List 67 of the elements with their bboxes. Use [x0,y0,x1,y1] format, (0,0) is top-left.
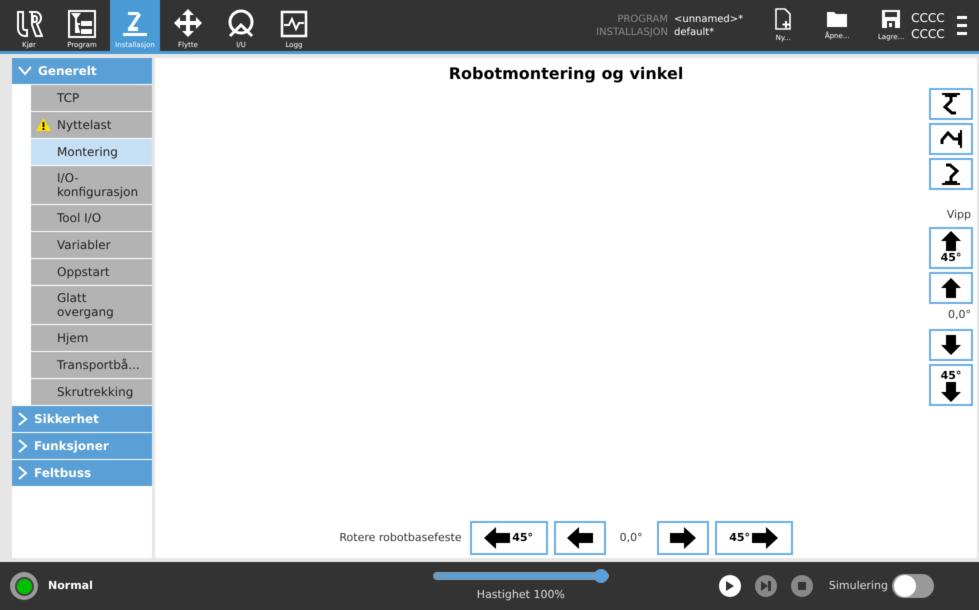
page-title: Robotmontering og vinkel [448,63,684,85]
new-file-icon [775,8,792,30]
tilt-button[interactable] [929,329,973,361]
rotate-button[interactable] [554,521,606,555]
wall-mounted-robot-icon [939,127,963,151]
info-label: INSTALLASJON [595,26,668,38]
sidebar-item[interactable]: Glatt overgang [31,286,152,324]
sidebar-item[interactable]: Oppstart [31,259,152,285]
speed-label: Hastighet 100% [476,586,565,603]
step-button[interactable] [754,575,777,597]
info-label: PROGRAM [616,12,668,26]
rotate-reading: 0,0° [620,530,643,546]
stop-button[interactable] [790,575,813,597]
sidebar-item[interactable]: Nyttelast [31,112,152,138]
tilt-button[interactable]: 45° [929,226,973,268]
tilt-button[interactable]: 45° [929,364,973,406]
arrow-left-icon [484,527,510,549]
status-label: Normal [48,578,93,594]
menu-icon[interactable] [956,16,967,35]
sidebar-item[interactable]: Transportbå... [31,352,152,378]
sidebar-item[interactable]: Variabler [31,232,152,258]
tilt-button[interactable] [929,272,973,304]
sidebar-item[interactable]: Skrutrekking [31,379,152,405]
chevron-right-icon [18,466,28,480]
sidebar-item[interactable]: Montering [31,139,152,165]
mount-button[interactable] [929,123,973,155]
arrow-right-icon [670,527,696,549]
user-label: CCCC [911,10,945,26]
tilt-label: Vipp [946,207,971,223]
folder-icon [826,10,848,28]
rotate-label: Rotere robotbasefeste [339,530,462,546]
waveform-icon [280,10,308,38]
arrow-down-icon [941,335,961,355]
rotate-button[interactable]: 45° [714,521,793,555]
chevron-right-icon [18,439,28,453]
play-icon [726,581,734,591]
move-arrows-icon [173,8,203,38]
speed-slider[interactable] [432,568,609,583]
rotate-button[interactable]: 45° [470,521,548,555]
simulation-label: Simulering [828,578,888,594]
simulation-toggle[interactable] [892,574,934,598]
arrow-up-icon [941,278,961,298]
arrow-down-icon [941,382,961,402]
tree-icon [68,10,96,38]
floor-mounted-robot-icon [939,162,963,186]
step-icon [760,581,771,591]
sidebar-item[interactable]: Hjem [31,325,152,351]
tilt-reading: 0,0° [948,306,971,322]
mount-button[interactable] [929,88,973,120]
ceiling-mounted-robot-icon [939,92,963,116]
rotate-button[interactable] [656,521,709,555]
play-button[interactable] [718,575,741,597]
mount-button[interactable] [929,158,973,190]
info-value: default* [674,26,714,38]
arrow-right-icon [752,527,778,549]
user-label: CCCC [911,26,945,42]
arrow-up-icon [941,231,961,251]
gauge-icon [226,8,256,38]
chevron-right-icon [18,412,28,426]
arrow-left-icon [566,527,593,549]
stop-icon [798,582,806,590]
sidebar-item[interactable]: Tool I/O [31,205,152,231]
info-value: <unnamed>* [674,12,744,26]
sidebar-item[interactable]: I/O- konfigurasjon [31,166,152,204]
sidebar-item[interactable]: TCP [31,85,152,111]
logo-icon [15,10,43,38]
chevron-down-icon [18,66,32,76]
